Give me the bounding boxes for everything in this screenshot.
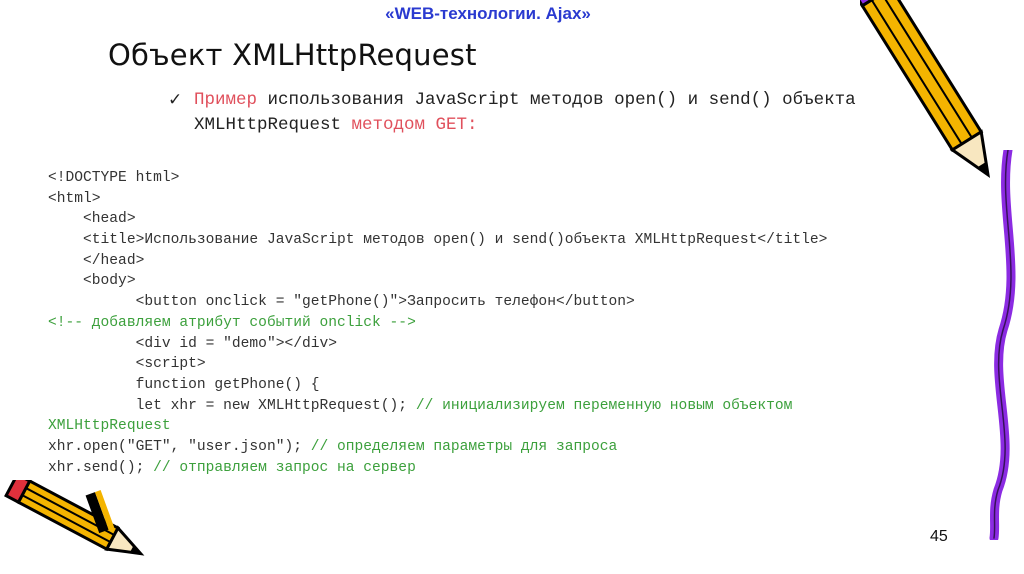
code-line: xhr.open("GET", "user.json"); // определ… bbox=[48, 437, 948, 458]
slide-title: Объект XMLHttpRequest bbox=[108, 38, 477, 72]
ribbon-decoration bbox=[989, 150, 1016, 540]
bullet-red-word: Пример bbox=[194, 90, 258, 110]
code-block: <!DOCTYPE html> <html> <head> <title>Исп… bbox=[48, 168, 948, 478]
code-line: <div id = "demo"></div> bbox=[48, 335, 338, 352]
code-line: xhr.send(); // отправляем запрос на серв… bbox=[48, 458, 948, 479]
code-segment: let xhr = new XMLHttpRequest(); bbox=[48, 397, 416, 414]
code-segment: xhr.open("GET", "user.json"); bbox=[48, 438, 311, 455]
code-line: <title>Использование JavaScript методов … bbox=[48, 232, 828, 249]
code-line: <body> bbox=[48, 273, 136, 290]
code-line: let xhr = new XMLHttpRequest(); // иници… bbox=[48, 396, 948, 417]
code-comment: // отправляем запрос на сервер bbox=[153, 459, 416, 476]
code-comment: // инициализируем переменную новым объек… bbox=[415, 397, 793, 414]
code-line: <!DOCTYPE html> bbox=[48, 170, 180, 186]
bullet-text: Пример использования JavaScript методов … bbox=[194, 88, 868, 138]
page-number: 45 bbox=[930, 528, 948, 545]
code-comment-line: <!-- добавляем атрибут событий onclick -… bbox=[48, 314, 416, 331]
code-line: <button onclick = "getPhone()">Запросить… bbox=[48, 294, 635, 311]
code-comment: // определяем параметры для запроса bbox=[310, 438, 618, 455]
code-line: function getPhone() { bbox=[48, 376, 320, 393]
bullet-body: использования JavaScript методов open() … bbox=[194, 90, 856, 135]
code-line: <head> bbox=[48, 211, 136, 228]
bullet-item: ✓ Пример использования JavaScript методо… bbox=[168, 88, 868, 138]
code-line: <script> bbox=[48, 356, 206, 373]
code-comment-line: XMLHttpRequest bbox=[48, 418, 171, 435]
code-line: <html> bbox=[48, 190, 101, 207]
code-segment: xhr.send(); bbox=[48, 459, 154, 476]
bullet-red-method: методом GET: bbox=[351, 115, 478, 135]
code-line: </head> bbox=[48, 252, 145, 269]
check-icon: ✓ bbox=[168, 90, 183, 110]
pencil-icon bbox=[4, 480, 145, 556]
